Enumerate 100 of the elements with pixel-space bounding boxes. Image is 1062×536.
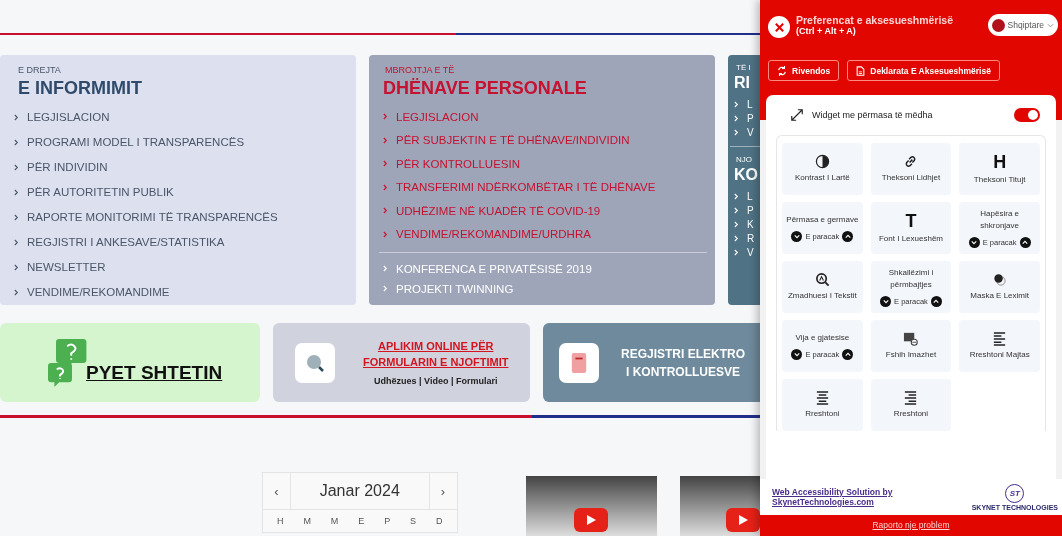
menu-link[interactable]: L bbox=[734, 97, 760, 112]
weekday-label: E bbox=[358, 516, 365, 526]
glyph-icon: T bbox=[905, 211, 917, 230]
mask-icon bbox=[992, 272, 1008, 287]
chevron-icon bbox=[14, 213, 19, 221]
feature-tile[interactable]: Maska E Leximit bbox=[959, 261, 1040, 313]
statement-button[interactable]: Deklarata E Aksesueshmërisë bbox=[847, 60, 1000, 81]
chevron-icon bbox=[383, 285, 388, 293]
glyph-icon: H bbox=[993, 152, 1007, 171]
close-icon bbox=[773, 21, 785, 33]
chevron-up-icon bbox=[844, 352, 851, 357]
question-bubbles-icon bbox=[48, 336, 88, 389]
banner-title: REGJISTRI ELEKTRO I KONTROLLUESVE bbox=[621, 345, 745, 381]
tile-label: Fshih Imazhet bbox=[885, 349, 937, 361]
feature-tile[interactable]: H Theksoni Titujt bbox=[959, 143, 1040, 195]
large-widget-toggle[interactable] bbox=[1014, 108, 1040, 122]
chevron-down-icon bbox=[793, 234, 800, 239]
video-thumbnail[interactable] bbox=[525, 476, 657, 536]
feature-tile[interactable]: Fshih Imazhet bbox=[870, 320, 952, 372]
report-problem-link[interactable]: Raporto nje problem bbox=[760, 515, 1062, 536]
decrease-button[interactable] bbox=[880, 296, 892, 307]
increase-button[interactable] bbox=[842, 349, 854, 360]
tile-label: Zmadhuesi I Tekstit bbox=[787, 290, 857, 302]
panel-title: Preferencat e aksesueshmërisë bbox=[796, 14, 955, 26]
feature-tile[interactable]: Rreshtoni Majtas bbox=[959, 320, 1040, 372]
menu-link[interactable]: PËR AUTORITETIN PUBLIK bbox=[0, 179, 356, 205]
video-thumbnail[interactable] bbox=[680, 476, 760, 536]
chevron-icon bbox=[383, 183, 388, 191]
increase-button[interactable] bbox=[1019, 237, 1031, 248]
menu-link[interactable]: K bbox=[734, 217, 760, 232]
menu-link[interactable]: P bbox=[734, 203, 760, 218]
chevron-up-icon bbox=[1022, 240, 1029, 245]
menu-link[interactable]: P bbox=[734, 111, 760, 126]
menu-link[interactable]: V bbox=[734, 125, 760, 140]
tile-label: Përmasa e germave bbox=[786, 214, 859, 226]
chevron-icon bbox=[383, 136, 388, 144]
decrease-button[interactable] bbox=[968, 237, 980, 248]
decrease-button[interactable] bbox=[791, 349, 803, 360]
chevron-down-icon bbox=[1047, 22, 1054, 28]
menu-link[interactable]: R bbox=[734, 231, 760, 246]
menu-link[interactable]: NEWSLETTER bbox=[0, 254, 356, 280]
register-banner[interactable]: REGJISTRI ELEKTRO I KONTROLLUESVE bbox=[543, 322, 760, 403]
feature-tile[interactable]: Theksoni Lidhjet bbox=[870, 143, 952, 195]
align-right-icon bbox=[903, 390, 919, 405]
weekday-label: M bbox=[303, 516, 311, 526]
menu-link[interactable]: PROGRAMI MODEL I TRANSPARENCËS bbox=[0, 129, 356, 155]
tile-label: Theksoni Titujt bbox=[973, 173, 1026, 186]
weekday-label: P bbox=[384, 516, 391, 526]
card-kicker: E DREJTA bbox=[17, 64, 62, 75]
menu-link[interactable]: RAPORTE MONITORIMI TË TRANSPARENCËS bbox=[0, 204, 356, 230]
card-title: E INFORMIMIT bbox=[17, 77, 143, 99]
magnifier-icon bbox=[814, 272, 830, 287]
card-title: DHËNAVE PERSONALE bbox=[383, 77, 588, 99]
next-month-button[interactable]: › bbox=[428, 473, 457, 509]
feature-tile[interactable]: T Font I Lexueshëm bbox=[870, 202, 952, 254]
ask-state-banner[interactable]: PYET SHTETIN bbox=[0, 322, 260, 403]
language-selector[interactable]: Shqiptare bbox=[987, 14, 1058, 36]
card-kicker: NJO bbox=[736, 154, 753, 164]
document-icon bbox=[856, 65, 866, 76]
chevron-icon bbox=[14, 113, 19, 121]
increase-button[interactable] bbox=[930, 296, 942, 307]
increase-button[interactable] bbox=[842, 231, 854, 242]
chevron-icon bbox=[383, 207, 388, 215]
close-button[interactable] bbox=[768, 16, 790, 38]
decrease-button[interactable] bbox=[791, 231, 803, 242]
apply-banner[interactable]: APLIKIM ONLINE PËR FORMULARIN E NJOFTIMIT Udhëzues | Video | Formulari bbox=[273, 322, 530, 403]
search-icon bbox=[295, 342, 335, 383]
menu-link[interactable]: V bbox=[734, 245, 760, 260]
image-icon bbox=[903, 331, 919, 346]
chevron-icon bbox=[14, 288, 19, 296]
chevron-icon bbox=[14, 138, 19, 146]
large-widget-label: Widget me përmasa të mëdha bbox=[812, 110, 934, 120]
align-left-icon bbox=[992, 331, 1008, 346]
chevron-up-icon bbox=[844, 234, 851, 239]
menu-link[interactable]: VENDIME/REKOMANDIME bbox=[0, 279, 356, 305]
weekday-label: H bbox=[276, 516, 284, 526]
expand-icon bbox=[790, 108, 804, 122]
tile-label: Font I Lexueshëm bbox=[878, 232, 943, 245]
chevron-down-icon bbox=[971, 240, 978, 245]
previous-month-button[interactable]: ‹ bbox=[263, 473, 291, 509]
feature-tile[interactable]: Rreshtoni bbox=[870, 379, 952, 431]
menu-link[interactable]: REGJISTRI I ANKESAVE/STATISTIKA bbox=[0, 229, 356, 255]
chevron-icon bbox=[383, 265, 388, 273]
banner-links[interactable]: Udhëzues | Video | Formulari bbox=[374, 375, 498, 386]
feature-tile[interactable]: Zmadhuesi I Tekstit bbox=[782, 261, 863, 313]
card-kicker: MBROJTJA E TË bbox=[385, 64, 456, 75]
banner-title: APLIKIM ONLINE PËR FORMULARIN E NJOFTIMIT bbox=[363, 339, 509, 370]
keyboard-shortcut: (Ctrl + Alt + A) bbox=[796, 26, 857, 36]
menu-link[interactable]: PËR INDIVIDIN bbox=[0, 154, 356, 180]
contrast-icon bbox=[814, 154, 830, 169]
feature-tile[interactable]: Rreshtoni bbox=[782, 379, 863, 431]
menu-link[interactable]: LEGJISLACION bbox=[0, 104, 356, 130]
reset-button[interactable]: Rivendos bbox=[768, 60, 840, 81]
banner-title: PYET SHTETIN bbox=[86, 361, 223, 384]
calendar-month: Janar 2024 bbox=[318, 482, 401, 500]
tile-label: Hapësira e shkronjave bbox=[979, 208, 1020, 232]
feature-tile[interactable]: Kontrast I Lartë bbox=[782, 143, 863, 195]
chevron-icon bbox=[14, 163, 19, 171]
menu-link[interactable]: L bbox=[734, 189, 760, 204]
credit-link[interactable]: Web Accessibility Solution by SkynetTechnologies.com bbox=[772, 487, 912, 507]
